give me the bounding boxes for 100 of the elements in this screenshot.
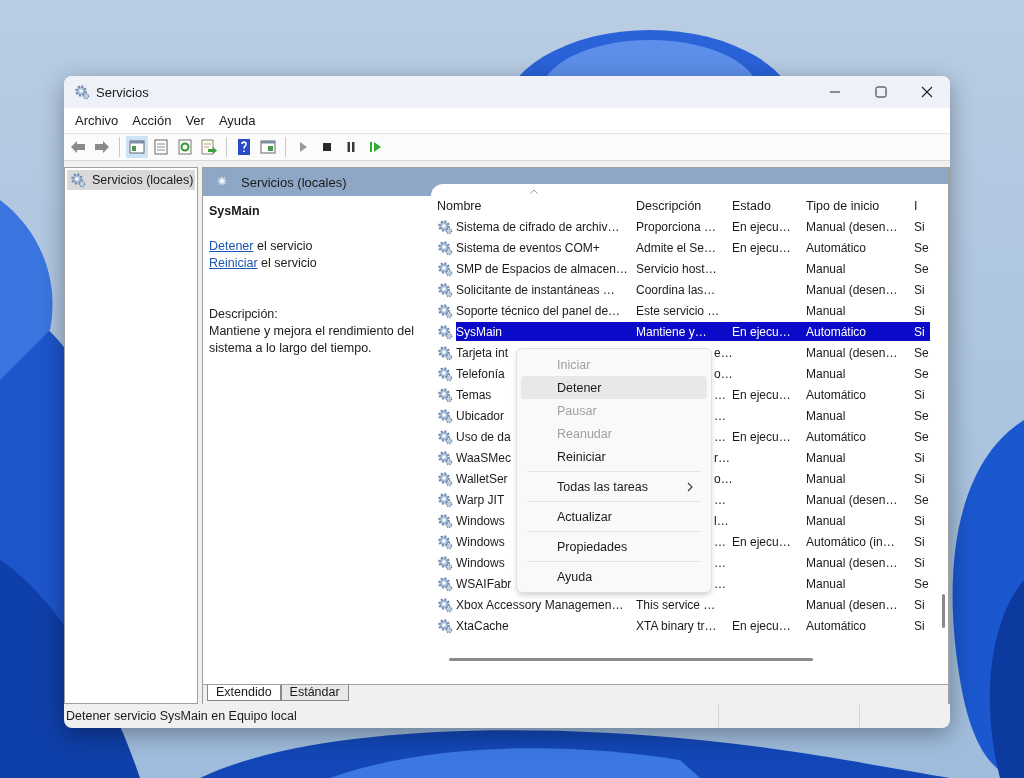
chevron-right-icon — [687, 481, 693, 492]
table-cell: Manual — [806, 471, 846, 486]
selected-row[interactable]: SysMain Mantiene y… En ejecu… Automático Si — [435, 321, 948, 342]
table-cell: Manual — [806, 261, 846, 276]
service-name: SysMain — [209, 204, 261, 218]
service-name-cell: WalletSer — [456, 471, 508, 486]
table-cell: Si — [914, 324, 925, 339]
table-cell: Servicio host… — [636, 261, 717, 276]
table-cell: Manual (desen… — [806, 219, 898, 234]
description-label: Descripción: — [209, 306, 279, 323]
table-cell: Si — [914, 219, 925, 234]
menu-item[interactable]: Propiedades — [521, 535, 707, 558]
service-name-cell: Soporte técnico del panel de… — [456, 303, 621, 318]
table-cell: Automático — [806, 429, 867, 444]
table-cell: … — [714, 387, 726, 402]
service-name-cell: Windows — [456, 513, 505, 528]
table-cell: XTA binary tr… — [636, 618, 717, 633]
menu-item[interactable]: Ver — [178, 113, 212, 128]
gear-icon — [74, 84, 90, 100]
gear-icon — [437, 281, 453, 298]
table-cell: Automático — [806, 387, 867, 402]
menu-item[interactable]: Acción — [125, 113, 179, 128]
service-name-cell: Telefonía — [456, 366, 505, 381]
service-name-cell: Solicitante de instantáneas … — [456, 282, 615, 297]
menu-item[interactable]: Ayuda — [211, 113, 263, 128]
table-cell: Este servicio … — [636, 303, 720, 318]
action-link[interactable]: Detener — [209, 239, 254, 253]
gear-icon — [437, 554, 453, 571]
action-link[interactable]: Reiniciar — [209, 256, 258, 270]
service-name-cell: Tarjeta int — [456, 345, 509, 360]
export-icon[interactable] — [198, 136, 220, 158]
menu-item[interactable]: Detener — [521, 376, 707, 399]
table-cell: o… — [714, 471, 733, 486]
menu-item[interactable]: Ayuda — [521, 565, 707, 588]
table-cell: En ejecu… — [732, 429, 791, 444]
gear-icon — [437, 596, 453, 613]
gear-icon — [437, 218, 453, 235]
table-cell: Manual (desen… — [806, 492, 898, 507]
gear-icon — [437, 365, 453, 382]
view-tab[interactable]: Extendido — [207, 685, 281, 701]
gear-icon — [437, 617, 453, 634]
table-cell: e… — [714, 345, 733, 360]
table-cell: Si — [914, 303, 925, 318]
table-cell: Automático — [806, 324, 867, 339]
table-cell: Automático (in… — [806, 534, 895, 549]
table-cell: o… — [714, 366, 733, 381]
table-cell: … — [714, 555, 726, 570]
scrollbar-thumb[interactable] — [942, 594, 945, 628]
service-name-cell: Xbox Accessory Managemen… — [456, 597, 624, 612]
table-cell: En ejecu… — [732, 534, 791, 549]
table-cell: Manual (desen… — [806, 555, 898, 570]
service-name-cell: SMP de Espacios de almacen… — [456, 261, 628, 276]
table-cell: En ejecu… — [732, 618, 791, 633]
table-cell: Si — [914, 534, 925, 549]
table-cell: Si — [914, 555, 925, 570]
service-name-cell: Windows — [456, 555, 505, 570]
gear-icon — [437, 386, 453, 403]
table-cell: Automático — [806, 240, 867, 255]
service-name-cell: WSAIFabr — [456, 576, 512, 591]
view-tab[interactable]: Estándar — [280, 685, 349, 701]
gear-icon — [437, 512, 453, 529]
table-cell: Se — [914, 576, 929, 591]
gear-icon — [437, 491, 453, 508]
table-cell: Se — [914, 492, 929, 507]
table-cell: … — [714, 429, 726, 444]
table-cell: Manual (desen… — [806, 282, 898, 297]
table-cell: Manual — [806, 303, 846, 318]
table-cell: r… — [714, 450, 730, 465]
window-title: Servicios — [96, 84, 149, 100]
gear-icon — [437, 302, 453, 319]
gear-icon — [70, 172, 86, 188]
tree-item[interactable]: Servicios (locales) — [67, 170, 195, 190]
service-name-cell: Windows — [456, 534, 505, 549]
table-cell: Si — [914, 450, 925, 465]
service-name-cell: Temas — [456, 387, 492, 402]
menu-item[interactable]: Todas las tareas — [521, 475, 707, 498]
service-name-cell: Warp JIT — [456, 492, 505, 507]
scrollbar-thumb[interactable] — [449, 658, 813, 661]
gear-icon — [215, 174, 231, 190]
menu-item[interactable]: Reiniciar — [521, 445, 707, 468]
menu-item[interactable]: Archivo — [68, 113, 126, 128]
service-name-cell: SysMain — [456, 324, 502, 339]
console-tree-icon[interactable] — [126, 136, 148, 158]
gear-icon — [437, 239, 453, 256]
status-text: Detener servicio SysMain en Equipo local — [66, 709, 297, 723]
service-name-cell: WaaSMec — [456, 450, 511, 465]
table-cell: Proporciona … — [636, 219, 717, 234]
table-cell: This service … — [636, 597, 716, 612]
table-cell: … — [714, 492, 726, 507]
menu-item[interactable]: Actualizar — [521, 505, 707, 528]
table-cell: Se — [914, 345, 929, 360]
table-cell: … — [714, 534, 726, 549]
table-cell: Automático — [806, 618, 867, 633]
table-cell: Manual — [806, 450, 846, 465]
gear-icon — [437, 323, 453, 340]
table-cell: Manual — [806, 408, 846, 423]
table-cell: Se — [914, 366, 929, 381]
gear-icon — [437, 260, 453, 277]
table-cell: … — [714, 408, 726, 423]
table-cell: Manual (desen… — [806, 345, 898, 360]
